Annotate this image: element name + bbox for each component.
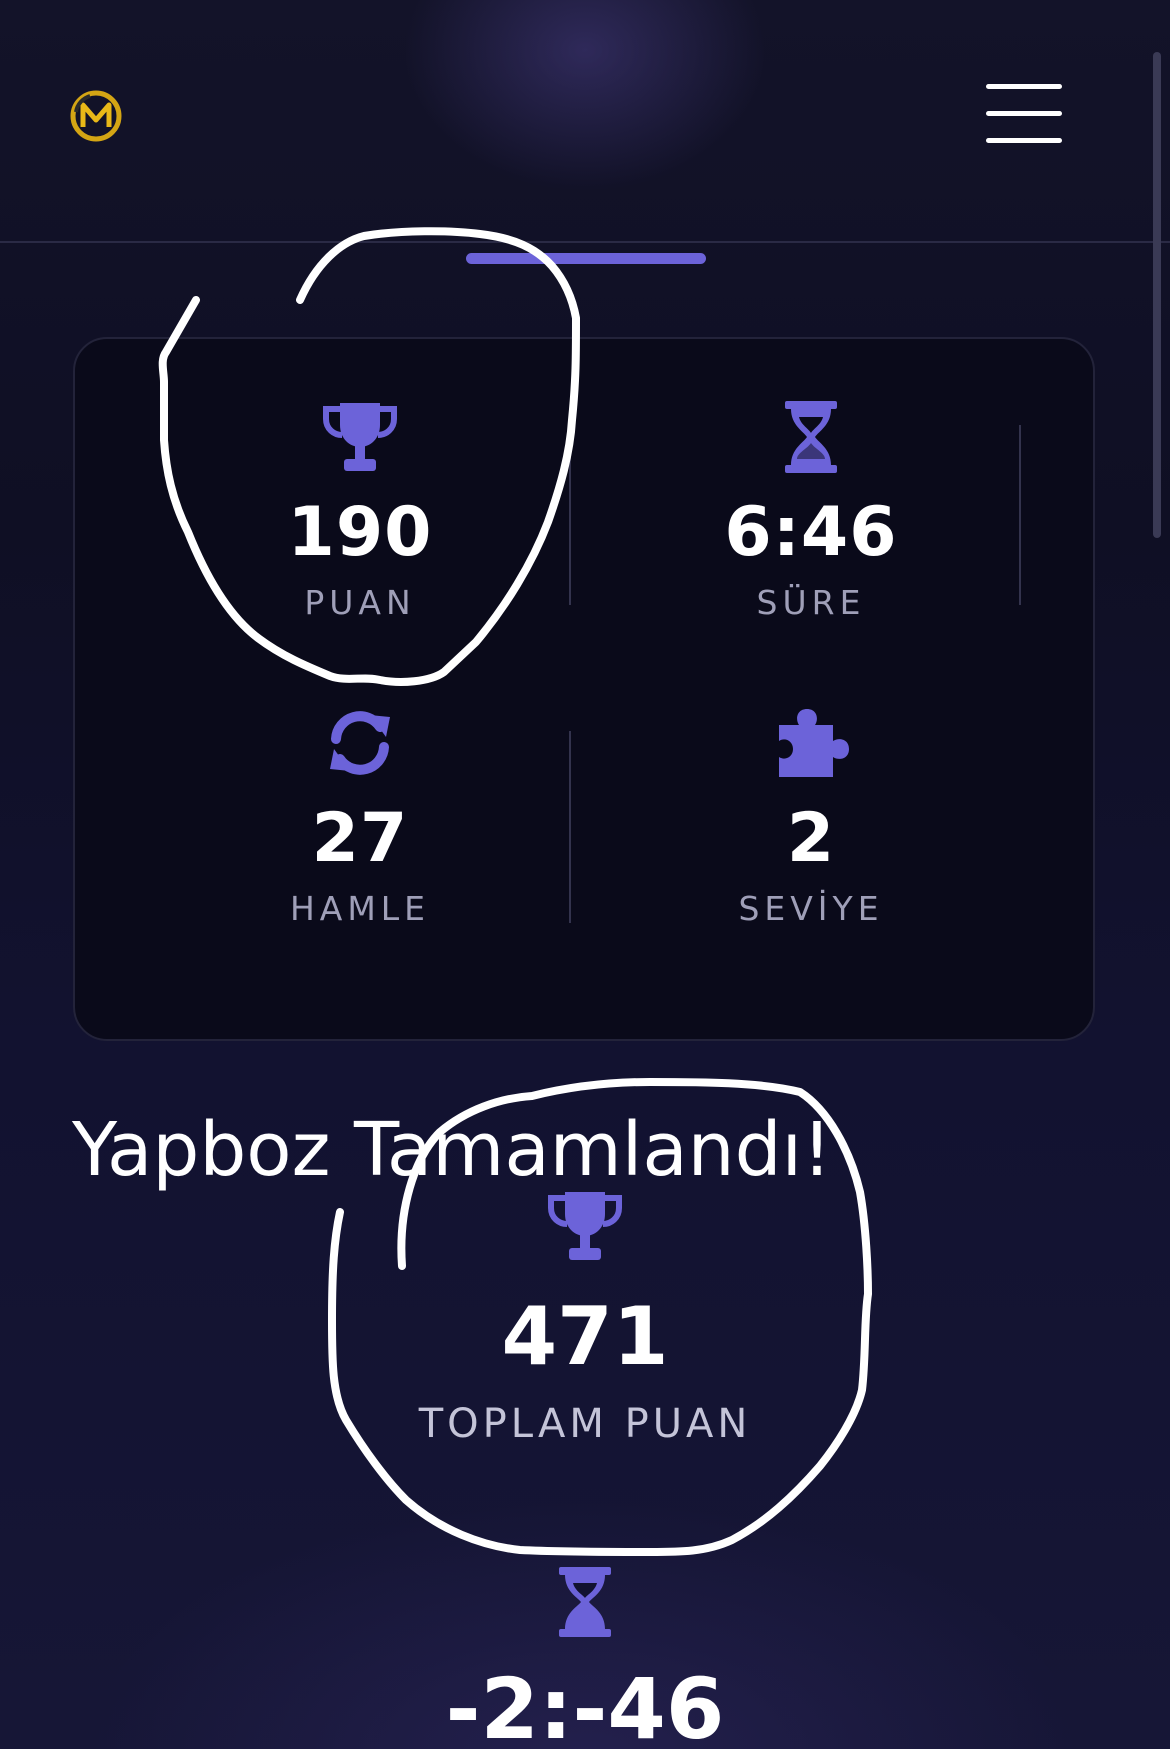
total-score-label: TOPLAM PUAN	[418, 1401, 752, 1447]
moves-value: 27	[311, 799, 409, 878]
trophy-icon	[323, 403, 397, 471]
stat-moves: 27 HAMLE	[190, 705, 530, 929]
level-label: SEVİYE	[738, 889, 884, 928]
divider-vertical	[1019, 425, 1021, 605]
score-label: PUAN	[304, 583, 416, 622]
time-label: SÜRE	[756, 583, 866, 622]
divider-vertical	[569, 731, 571, 923]
level-value: 2	[786, 799, 836, 878]
moves-label: HAMLE	[289, 889, 431, 928]
total-score: 471 TOPLAM PUAN	[385, 1188, 785, 1448]
stat-time: 6:46 SÜRE	[641, 399, 981, 623]
time-remaining-value: -2:-46	[445, 1660, 725, 1749]
m-logo-icon[interactable]	[70, 90, 122, 142]
stats-card: 190 PUAN 6:46 SÜRE 27 HAMLE 2 SEVİYE	[73, 337, 1095, 1041]
hourglass-icon	[785, 401, 837, 473]
rotate-icon	[330, 711, 390, 775]
stat-level: 2 SEVİYE	[641, 705, 981, 929]
completion-title: Yapboz Tamamlandı!	[72, 1107, 832, 1193]
progress-indicator	[466, 253, 706, 264]
hamburger-menu-button[interactable]	[986, 84, 1062, 144]
hamburger-line	[986, 111, 1062, 116]
time-value: 6:46	[724, 493, 898, 572]
trophy-icon	[548, 1192, 622, 1260]
hamburger-line	[986, 84, 1062, 89]
scrollbar[interactable]	[1153, 52, 1161, 538]
app-header	[0, 0, 1170, 243]
divider-vertical	[569, 425, 571, 605]
puzzle-icon	[779, 709, 849, 777]
hourglass-icon	[559, 1567, 611, 1637]
hamburger-line	[986, 138, 1062, 143]
score-value: 190	[287, 493, 433, 572]
time-remaining: -2:-46	[385, 1565, 785, 1749]
stat-score: 190 PUAN	[190, 399, 530, 623]
total-score-value: 471	[501, 1290, 669, 1383]
